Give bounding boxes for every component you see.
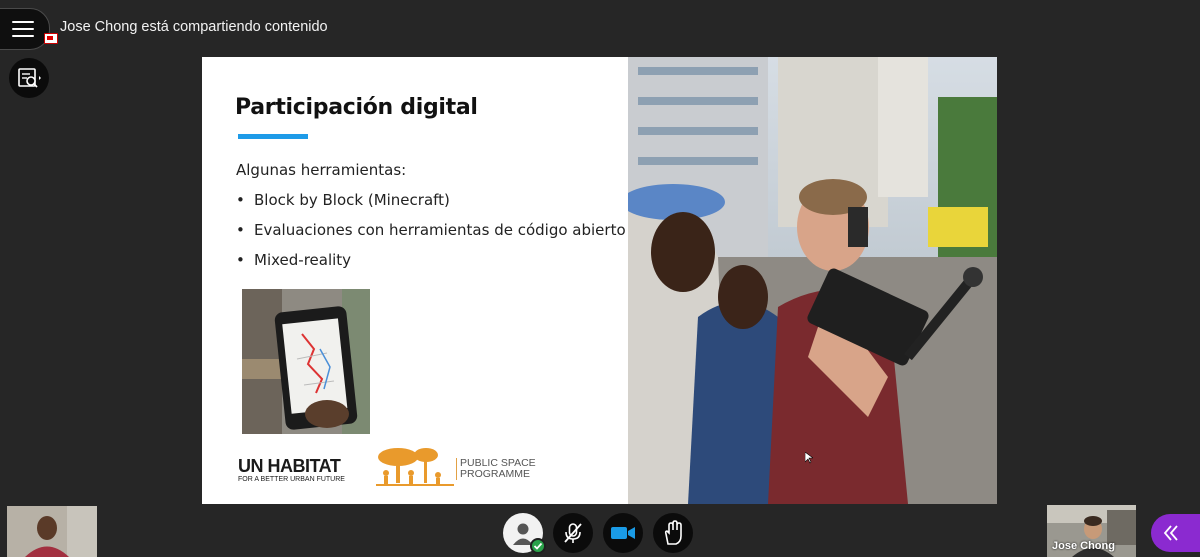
slide-title: Participación digital bbox=[235, 95, 478, 120]
phone-map-photo bbox=[242, 289, 370, 434]
mic-muted-icon bbox=[564, 523, 582, 543]
tree-people-icon bbox=[376, 448, 454, 486]
inspect-content-button[interactable] bbox=[9, 58, 49, 98]
psp-line2: PROGRAMME bbox=[460, 468, 531, 480]
hamburger-icon bbox=[12, 21, 34, 37]
bullet-list: Block by Block (Minecraft) Evaluaciones … bbox=[236, 191, 626, 281]
mixed-reality-photo bbox=[628, 57, 997, 504]
mouse-pointer-icon bbox=[805, 452, 813, 464]
microphone-toggle[interactable] bbox=[553, 513, 593, 553]
raise-hand-button[interactable] bbox=[653, 513, 693, 553]
inspect-content-icon bbox=[18, 68, 41, 88]
check-icon bbox=[533, 542, 543, 550]
main-menu-button[interactable] bbox=[0, 8, 50, 50]
recording-icon bbox=[44, 33, 58, 44]
slide-text-panel: Participación digital Algunas herramient… bbox=[202, 57, 628, 504]
raise-hand-icon bbox=[664, 520, 682, 545]
bullet-item: Mixed-reality bbox=[236, 251, 626, 281]
self-video-thumbnail[interactable] bbox=[7, 506, 97, 557]
double-chevron-left-icon bbox=[1163, 525, 1178, 541]
speaker-name-label: Jose Chong bbox=[1052, 540, 1115, 552]
bullet-item: Block by Block (Minecraft) bbox=[236, 191, 626, 221]
psp-text: PUBLIC SPACE PROGRAMME bbox=[456, 458, 536, 480]
shared-slide: Participación digital Algunas herramient… bbox=[202, 57, 997, 504]
un-habitat-tagline: FOR A BETTER URBAN FUTURE bbox=[238, 476, 345, 483]
share-banner: Jose Chong está compartiendo contenido bbox=[60, 19, 328, 35]
bullet-item: Evaluaciones con herramientas de código … bbox=[236, 221, 626, 251]
open-panel-button[interactable] bbox=[1151, 514, 1200, 552]
video-camera-icon bbox=[611, 527, 635, 539]
un-habitat-logo: UN HABITAT FOR A BETTER URBAN FUTURE bbox=[238, 457, 360, 485]
un-habitat-wordmark: UN HABITAT bbox=[238, 456, 341, 476]
camera-toggle[interactable] bbox=[603, 513, 643, 553]
public-space-programme-logo: PUBLIC SPACE PROGRAMME bbox=[376, 445, 544, 487]
title-underline bbox=[238, 134, 308, 139]
status-available-badge bbox=[530, 538, 546, 554]
slide-intro: Algunas herramientas: bbox=[236, 161, 407, 179]
